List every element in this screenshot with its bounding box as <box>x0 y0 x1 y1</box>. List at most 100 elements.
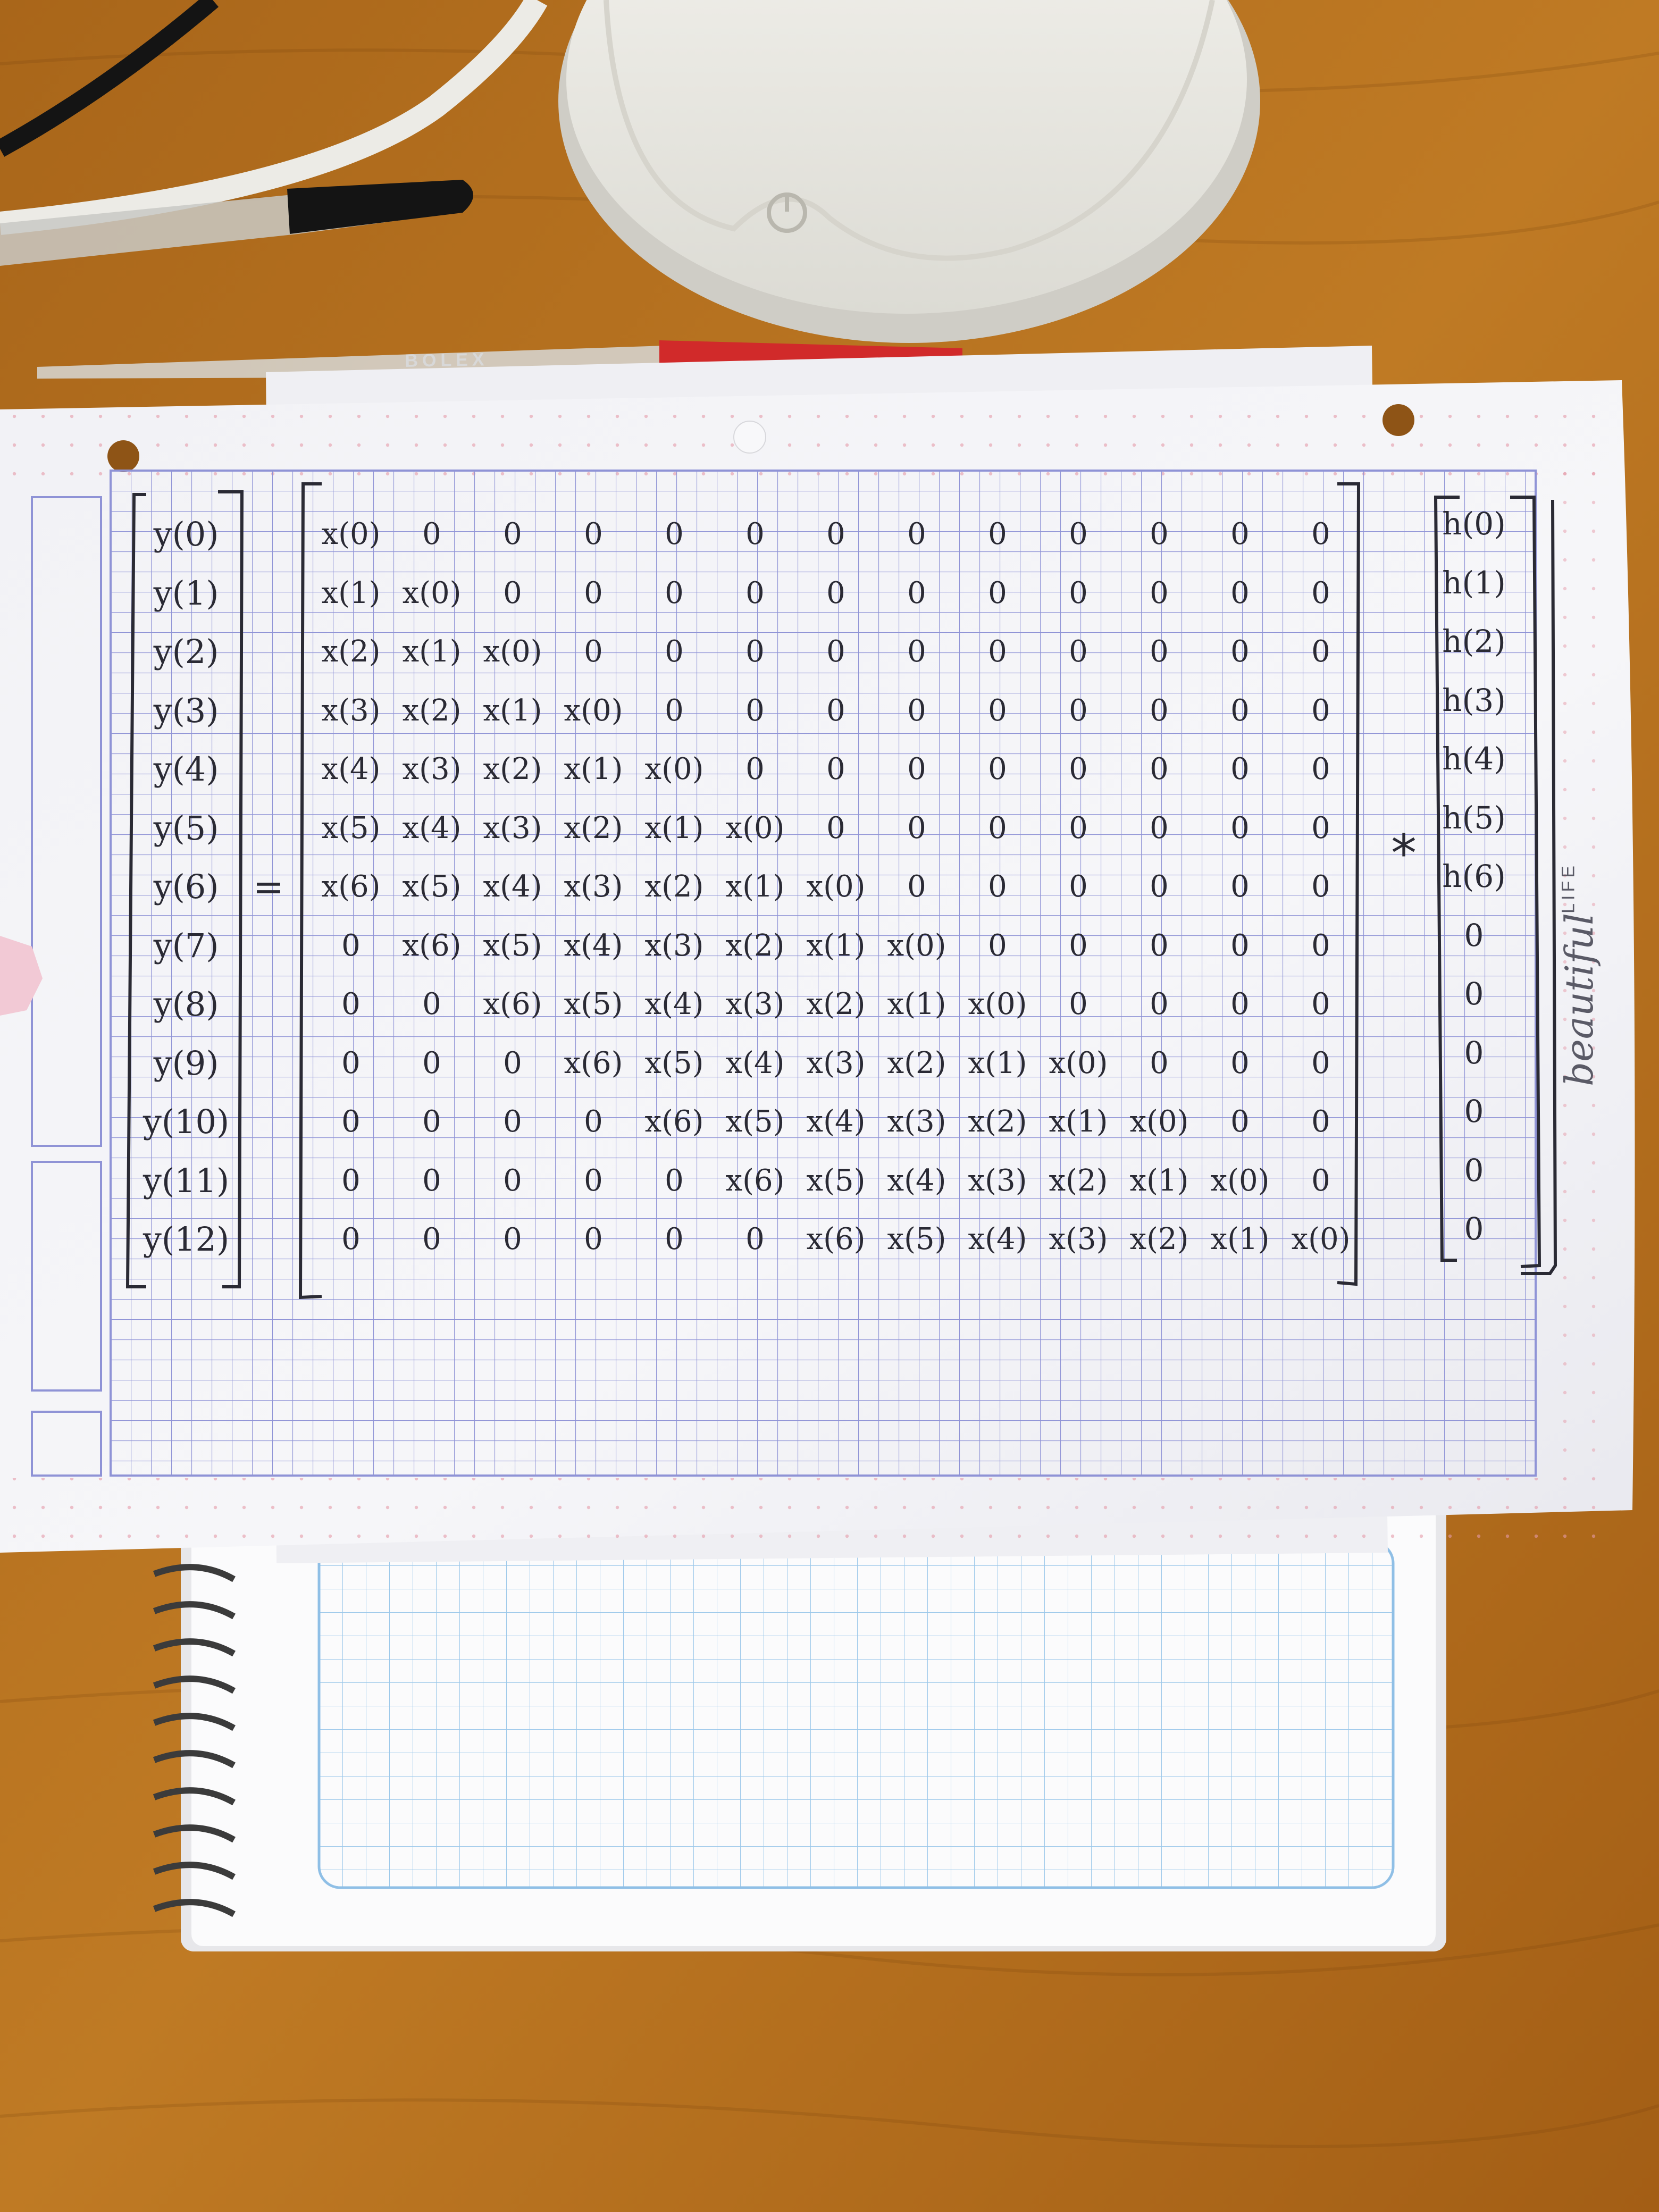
y-vector-entry: y(8) <box>153 985 219 1024</box>
matrix-cell: x(1) <box>564 752 623 786</box>
h-vector-entry: 0 <box>1464 1152 1484 1188</box>
matrix-cell: x(0) <box>402 575 462 610</box>
matrix-cell: 0 <box>1230 634 1250 669</box>
y-vector-entry: y(6) <box>153 867 219 906</box>
matrix-cell: x(6) <box>725 1163 785 1198</box>
matrix-cell: 0 <box>1311 517 1330 551</box>
matrix-cell: 0 <box>1069 869 1088 904</box>
matrix-cell: 0 <box>745 517 765 551</box>
matrix-cell: 0 <box>1150 634 1169 669</box>
matrix-cell: 0 <box>665 517 684 551</box>
matrix-cell: x(2) <box>725 928 785 963</box>
matrix-cell: 0 <box>907 869 926 904</box>
matrix-cell: x(1) <box>1210 1222 1270 1256</box>
matrix-cell: x(5) <box>483 928 542 963</box>
h-vector-entry: h(0) <box>1442 506 1506 542</box>
matrix-cell: x(3) <box>725 987 785 1021</box>
matrix-cell: x(0) <box>483 634 542 669</box>
matrix-cell: 0 <box>1311 575 1330 610</box>
matrix-cell: 0 <box>1311 810 1330 845</box>
matrix-cell: 0 <box>988 634 1007 669</box>
matrix-cell: x(2) <box>1129 1222 1189 1256</box>
matrix-cell: 0 <box>422 1222 441 1256</box>
matrix-cell: x(1) <box>725 869 785 904</box>
matrix-cell: 0 <box>665 1163 684 1198</box>
matrix-cell: x(5) <box>321 810 381 845</box>
convolution-operator: * <box>1391 824 1417 883</box>
matrix-cell: 0 <box>826 810 845 845</box>
matrix-cell: 0 <box>1150 693 1169 728</box>
matrix-cell: x(2) <box>644 869 704 904</box>
matrix-cell: x(2) <box>1049 1163 1108 1198</box>
matrix-cell: 0 <box>665 693 684 728</box>
matrix-cell: x(0) <box>887 928 946 963</box>
paper-brand-caps: LIFE <box>1558 862 1579 914</box>
matrix-cell: x(0) <box>1210 1163 1270 1198</box>
h-vector-entry: h(3) <box>1442 682 1506 718</box>
matrix-cell: x(5) <box>564 987 623 1021</box>
matrix-cell: 0 <box>1311 752 1330 786</box>
matrix-cell: x(6) <box>806 1222 866 1256</box>
y-vector-entry: y(2) <box>153 632 219 671</box>
matrix-cell: 0 <box>584 517 603 551</box>
matrix-cell: x(1) <box>1129 1163 1189 1198</box>
matrix-cell: x(5) <box>887 1222 946 1256</box>
matrix-cell: x(2) <box>483 752 542 786</box>
matrix-cell: 0 <box>1311 634 1330 669</box>
matrix-cell: x(5) <box>644 1045 704 1080</box>
matrix-cell: x(4) <box>402 810 462 845</box>
matrix-cell: 0 <box>422 517 441 551</box>
matrix-cell: 0 <box>584 1104 603 1139</box>
matrix-cell: x(3) <box>644 928 704 963</box>
matrix-cell: x(0) <box>806 869 866 904</box>
matrix-cell: 0 <box>665 1222 684 1256</box>
matrix-cell: 0 <box>988 693 1007 728</box>
matrix-cell: 0 <box>988 517 1007 551</box>
matrix-cell: 0 <box>826 517 845 551</box>
matrix-cell: x(3) <box>402 752 462 786</box>
matrix-cell: 0 <box>745 693 765 728</box>
matrix-cell: 0 <box>503 1163 522 1198</box>
matrix-cell: 0 <box>1150 517 1169 551</box>
matrix-cell: x(2) <box>321 634 381 669</box>
y-vector-entry: y(5) <box>153 808 219 848</box>
matrix-cell: 0 <box>341 928 361 963</box>
y-vector-entry: y(4) <box>153 750 219 789</box>
matrix-cell: x(1) <box>806 928 866 963</box>
matrix-cell: 0 <box>1150 752 1169 786</box>
matrix-cell: 0 <box>988 810 1007 845</box>
matrix-cell: 0 <box>1230 1104 1250 1139</box>
matrix-cell: x(4) <box>968 1222 1027 1256</box>
h-vector-entry: 0 <box>1464 917 1484 953</box>
matrix-cell: 0 <box>1150 928 1169 963</box>
paper-brand-script: beautiful <box>1557 912 1602 1087</box>
matrix-cell: 0 <box>1069 693 1088 728</box>
matrix-cell: 0 <box>1311 987 1330 1021</box>
matrix-cell: 0 <box>1311 693 1330 728</box>
matrix-cell: 0 <box>826 752 845 786</box>
matrix-cell: 0 <box>1311 1045 1330 1080</box>
matrix-cell: 0 <box>1230 752 1250 786</box>
matrix-cell: x(0) <box>1291 1222 1351 1256</box>
matrix-cell: x(0) <box>564 693 623 728</box>
matrix-cell: x(4) <box>806 1104 866 1139</box>
matrix-cell: x(5) <box>806 1163 866 1198</box>
matrix-cell: 0 <box>665 634 684 669</box>
matrix-cell: 0 <box>1069 575 1088 610</box>
matrix-cell: x(6) <box>321 869 381 904</box>
matrix-cell: 0 <box>503 575 522 610</box>
matrix-cell: 0 <box>341 1104 361 1139</box>
y-vector-entry: y(12) <box>143 1220 230 1259</box>
matrix-cell: x(0) <box>1049 1045 1108 1080</box>
h-vector-entry: h(2) <box>1442 623 1506 659</box>
matrix-cell: 0 <box>503 517 522 551</box>
matrix-cell: x(0) <box>1129 1104 1189 1139</box>
matrix-cell: 0 <box>341 987 361 1021</box>
h-vector-entry: 0 <box>1464 1034 1484 1071</box>
h-vector-entry: h(1) <box>1442 564 1506 601</box>
matrix-cell: 0 <box>826 575 845 610</box>
matrix-cell: x(5) <box>725 1104 785 1139</box>
matrix-cell: 0 <box>826 693 845 728</box>
matrix-cell: x(1) <box>644 810 704 845</box>
matrix-cell: 0 <box>745 575 765 610</box>
